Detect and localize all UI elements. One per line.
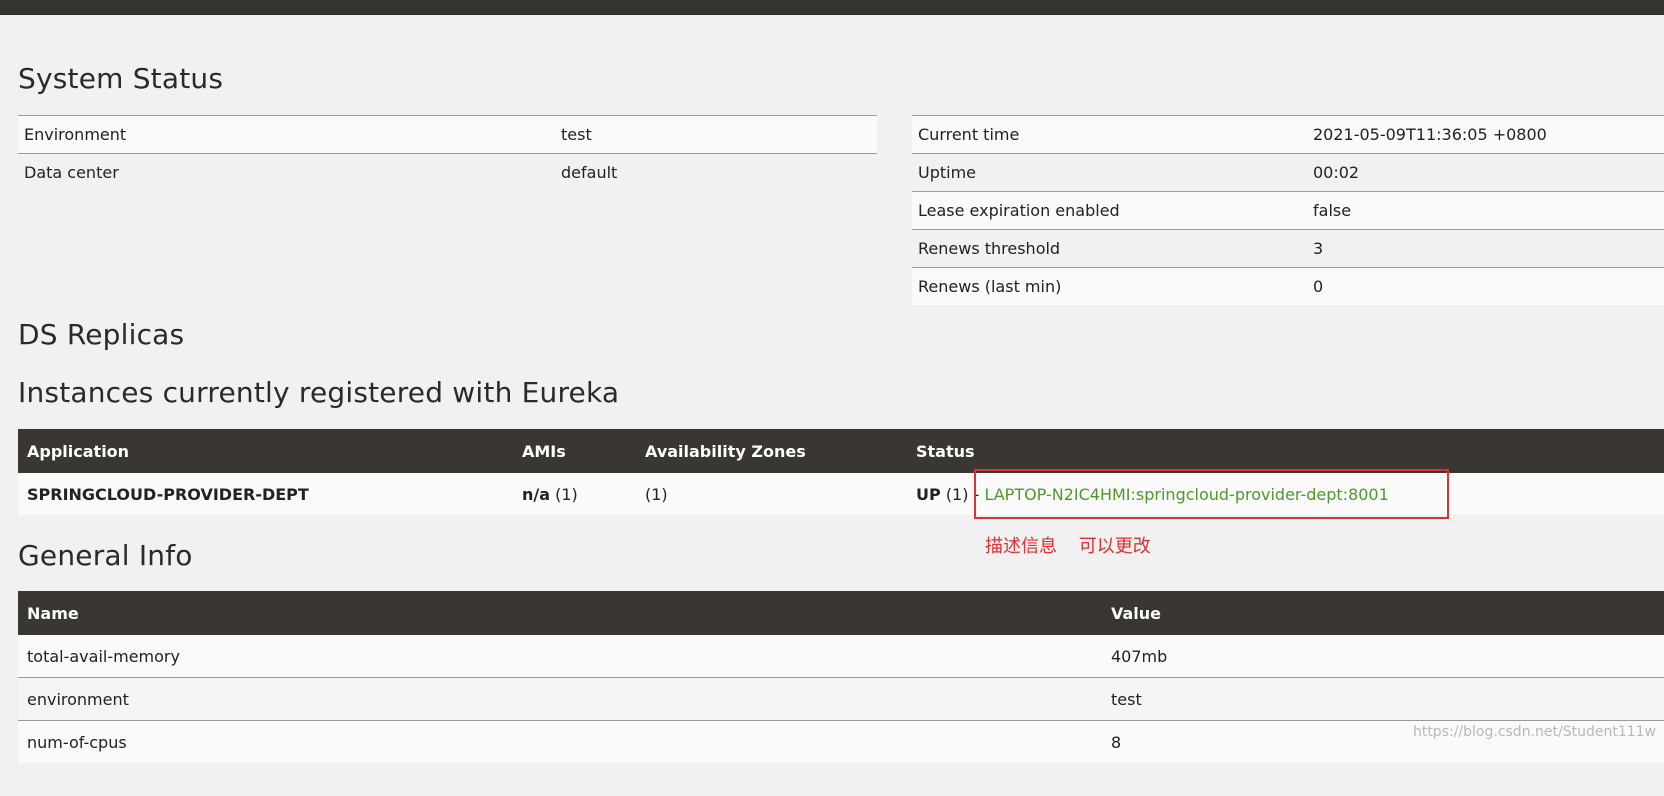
col-status: Status (907, 429, 1664, 473)
zones-cell: (1) (636, 473, 907, 515)
info-name: environment (18, 677, 1102, 721)
system-status-heading: System Status (18, 62, 224, 95)
renews-threshold-key: Renews threshold (912, 229, 1307, 268)
info-value: test (1102, 677, 1664, 721)
renews-last-min-key: Renews (last min) (912, 267, 1307, 305)
table-row: Renews (last min) 0 (912, 267, 1664, 305)
info-value: 407mb (1102, 635, 1664, 678)
datacenter-key: Data center (18, 153, 555, 191)
application-name: SPRINGCLOUD-PROVIDER-DEPT (18, 473, 513, 515)
uptime-value: 00:02 (1307, 153, 1664, 192)
annotation-part-2: 可以更改 (1078, 536, 1151, 557)
lease-key: Lease expiration enabled (912, 191, 1307, 230)
lease-value: false (1307, 191, 1664, 230)
col-value: Value (1102, 591, 1664, 635)
renews-threshold-value: 3 (1307, 229, 1664, 268)
ds-replicas-heading: DS Replicas (18, 318, 185, 351)
status-value: UP (916, 484, 941, 504)
system-status-right-table: Current time 2021-05-09T11:36:05 +0800 U… (912, 115, 1664, 305)
col-amis: AMIs (513, 429, 636, 473)
table-row: Data center default (18, 153, 877, 191)
info-name: num-of-cpus (18, 720, 1102, 763)
current-time-value: 2021-05-09T11:36:05 +0800 (1307, 115, 1664, 154)
env-key: Environment (18, 115, 555, 154)
table-row: Uptime 00:02 (912, 153, 1664, 192)
col-availability-zones: Availability Zones (636, 429, 907, 473)
amis-value: n/a (522, 484, 551, 504)
top-navbar (0, 0, 1664, 15)
annotation-highlight-box (974, 469, 1449, 519)
renews-last-min-value: 0 (1307, 267, 1664, 305)
table-row: Renews threshold 3 (912, 229, 1664, 268)
table-row: environment test (18, 677, 1664, 721)
amis-cell: n/a (1) (513, 473, 636, 515)
annotation-text: 描述信息 可以更改 (985, 532, 1151, 558)
watermark: https://blog.csdn.net/Student111w (1412, 724, 1656, 740)
general-info-heading: General Info (18, 539, 193, 572)
annotation-part-1: 描述信息 (985, 536, 1057, 557)
amis-count: (1) (555, 484, 578, 504)
table-header-row: Application AMIs Availability Zones Stat… (18, 429, 1664, 473)
info-name: total-avail-memory (18, 635, 1102, 678)
col-application: Application (18, 429, 513, 473)
datacenter-value: default (555, 153, 877, 191)
system-status-left-table: Environment test Data center default (18, 115, 877, 191)
uptime-key: Uptime (912, 153, 1307, 192)
col-name: Name (18, 591, 1102, 635)
table-row: Current time 2021-05-09T11:36:05 +0800 (912, 115, 1664, 154)
instances-heading: Instances currently registered with Eure… (18, 376, 620, 409)
table-row: total-avail-memory 407mb (18, 635, 1664, 678)
current-time-key: Current time (912, 115, 1307, 154)
table-row: Environment test (18, 115, 877, 154)
table-row: Lease expiration enabled false (912, 191, 1664, 230)
table-header-row: Name Value (18, 591, 1664, 635)
env-value: test (555, 115, 877, 154)
